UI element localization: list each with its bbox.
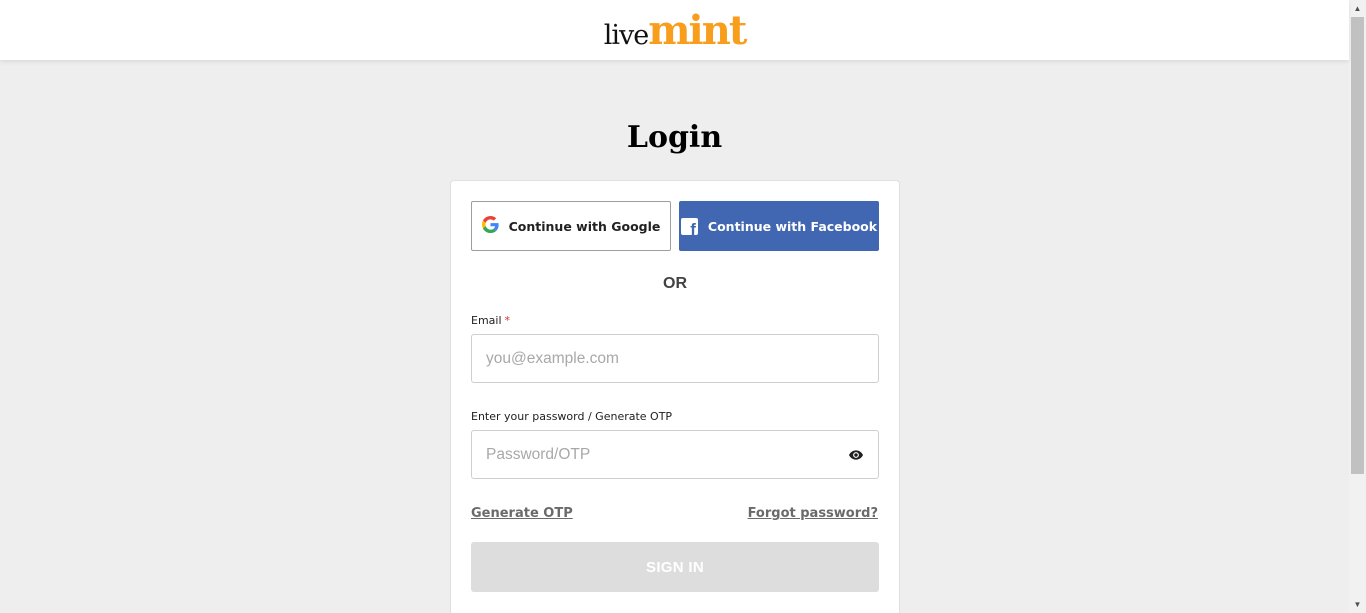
generate-otp-link[interactable]: Generate OTP bbox=[471, 506, 573, 521]
login-card: Continue with Google f Continue with Fac… bbox=[450, 180, 900, 613]
facebook-icon: f bbox=[680, 217, 698, 235]
logo-mint-text: mint bbox=[648, 7, 747, 54]
google-g-icon bbox=[481, 216, 499, 236]
scroll-up-arrow-icon[interactable]: ▲ bbox=[1349, 0, 1366, 17]
forgot-password-link[interactable]: Forgot password? bbox=[748, 506, 878, 521]
email-field-wrapper bbox=[471, 334, 879, 383]
or-divider: OR bbox=[663, 275, 687, 292]
scroll-down-arrow-icon[interactable]: ▼ bbox=[1349, 596, 1366, 613]
password-field-wrapper bbox=[471, 430, 879, 479]
logo-live-text: live bbox=[603, 20, 650, 51]
scrollbar-thumb[interactable] bbox=[1351, 17, 1364, 474]
continue-with-facebook-button[interactable]: f Continue with Facebook bbox=[679, 201, 879, 251]
sign-in-button[interactable]: SIGN IN bbox=[471, 542, 879, 592]
google-button-label: Continue with Google bbox=[508, 218, 661, 234]
page-title: Login bbox=[626, 120, 723, 155]
password-field[interactable] bbox=[486, 431, 849, 478]
site-header: live mint bbox=[0, 0, 1349, 60]
eye-icon[interactable] bbox=[849, 447, 864, 463]
password-label: Enter your password / Generate OTP bbox=[471, 410, 673, 423]
required-asterisk: * bbox=[504, 314, 511, 327]
email-field[interactable] bbox=[486, 335, 864, 382]
livemint-logo[interactable]: live mint bbox=[603, 7, 748, 54]
continue-with-google-button[interactable]: Continue with Google bbox=[471, 201, 671, 251]
email-label: Email * bbox=[471, 314, 511, 327]
vertical-scrollbar[interactable]: ▲ ▼ bbox=[1349, 0, 1366, 613]
facebook-button-label: Continue with Facebook bbox=[707, 218, 878, 234]
